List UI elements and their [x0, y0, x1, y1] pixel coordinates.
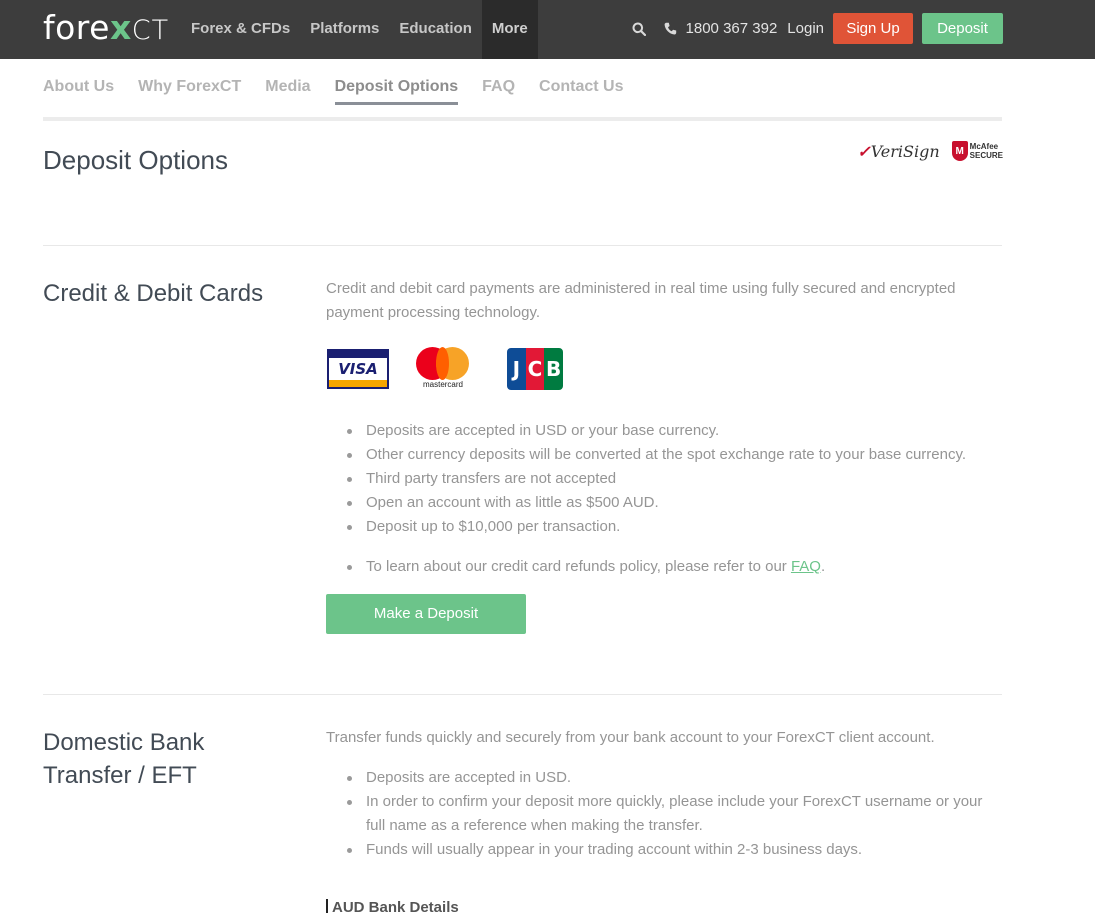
section-divider	[43, 245, 1002, 246]
list-item: Deposits are accepted in USD.	[347, 766, 996, 790]
make-deposit-button[interactable]: Make a Deposit	[326, 594, 526, 634]
subnav-about-us[interactable]: About Us	[43, 78, 114, 105]
bank-description: Transfer funds quickly and securely from…	[326, 729, 935, 746]
list-item: Other currency deposits will be converte…	[347, 443, 1006, 467]
cards-heading: Credit & Debit Cards	[43, 280, 264, 307]
page-title: Deposit Options	[43, 145, 228, 175]
cards-bullets: Deposits are accepted in USD or your bas…	[347, 419, 1006, 539]
subnav-contact-us[interactable]: Contact Us	[539, 78, 623, 105]
nav-platforms[interactable]: Platforms	[300, 0, 389, 59]
subnav-deposit-options[interactable]: Deposit Options	[334, 78, 459, 105]
aud-bank-details-heading: AUD Bank Details	[326, 899, 459, 913]
phone-number[interactable]: 1800 367 392	[686, 20, 778, 37]
subnav-faq[interactable]: FAQ	[482, 78, 515, 105]
cards-description: Credit and debit card payments are admin…	[326, 280, 956, 321]
subnav-media[interactable]: Media	[265, 78, 310, 105]
subnav-why-forexct[interactable]: Why ForexCT	[138, 78, 241, 105]
nav-more[interactable]: More	[481, 0, 538, 59]
mcafee-seal: M McAfee SECURE	[951, 141, 1003, 161]
list-item: Open an account with as little as $500 A…	[347, 491, 1006, 515]
signup-button[interactable]: Sign Up	[833, 13, 913, 44]
refund-note: To learn about our credit card refunds p…	[347, 555, 1006, 579]
list-item: To learn about our credit card refunds p…	[347, 555, 1006, 579]
jcb-logo: JCB	[507, 348, 563, 390]
list-item: In order to confirm your deposit more qu…	[347, 790, 996, 838]
top-navbar: forexCT Forex & CFDs Platforms Education…	[0, 0, 1095, 59]
header-actions: 1800 367 392 Login Sign Up Deposit	[628, 13, 1003, 44]
main-nav: Forex & CFDs Platforms Education More	[181, 0, 538, 59]
list-item: Funds will usually appear in your tradin…	[347, 838, 996, 862]
faq-link[interactable]: FAQ	[791, 558, 821, 575]
forexct-logo[interactable]: forexCT	[43, 8, 169, 47]
list-item: Deposits are accepted in USD or your bas…	[347, 419, 1006, 443]
verisign-seal: ✓VeriSign	[857, 141, 940, 161]
subnav-divider	[43, 117, 1002, 121]
nav-education[interactable]: Education	[389, 0, 482, 59]
header-deposit-button[interactable]: Deposit	[922, 13, 1003, 44]
mcafee-shield-icon: M	[951, 141, 968, 161]
list-item: Third party transfers are not accepted	[347, 467, 1006, 491]
visa-logo: VISA	[327, 349, 389, 389]
phone-icon	[664, 20, 678, 38]
bank-heading: Domestic Bank Transfer / EFT	[43, 729, 205, 789]
card-logos: VISA mastercard JCB	[327, 347, 563, 391]
section-divider	[43, 694, 1002, 695]
list-item: Deposit up to $10,000 per transaction.	[347, 515, 1006, 539]
security-seals: ✓VeriSign M McAfee SECURE	[857, 141, 1003, 161]
bank-bullets: Deposits are accepted in USD. In order t…	[347, 766, 996, 862]
login-link[interactable]: Login	[787, 20, 824, 37]
nav-forex-cfds[interactable]: Forex & CFDs	[181, 0, 300, 59]
mastercard-logo: mastercard	[415, 347, 471, 391]
sub-nav: About Us Why ForexCT Media Deposit Optio…	[43, 78, 647, 105]
search-icon[interactable]	[628, 18, 650, 40]
